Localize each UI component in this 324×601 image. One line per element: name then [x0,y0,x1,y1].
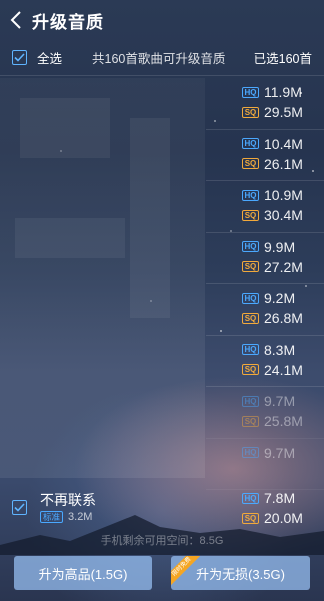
list-item[interactable]: HQ 10.4M SQ 26.1M [0,130,324,181]
hq-size: 8.3M [264,341,296,358]
hq-badge: HQ [242,189,259,201]
sq-size: 26.8M [264,310,303,326]
upgrade-hq-button[interactable]: 升为高品(1.5G) [14,556,152,590]
hq-size: 9.2M [264,290,296,306]
list-item[interactable]: HQ 9.7M [0,439,324,490]
list-item[interactable]: HQ 9.2M SQ 26.8M [0,284,324,336]
song-checkbox[interactable] [12,500,27,515]
list-item[interactable]: HQ 8.3M SQ 24.1M [0,336,324,387]
upgrade-sq-button[interactable]: 限时免费 升为无损(3.5G) [171,556,310,590]
sq-badge: SQ [242,106,259,118]
hq-size: 9.7M [264,444,296,461]
hq-badge: HQ [242,241,259,252]
sq-badge: SQ [242,312,259,324]
sq-badge: SQ [242,415,259,427]
page-title: 升级音质 [32,12,104,32]
select-all-checkbox[interactable] [12,50,27,65]
sq-badge: SQ [242,158,259,169]
list-item[interactable]: HQ 9.9M SQ 27.2M [0,233,324,284]
upgrade-sq-label: 升为无损(3.5G) [196,566,285,582]
hq-size: 9.9M [264,238,296,255]
sq-size: 25.8M [264,413,303,429]
list-item[interactable]: HQ 9.7M SQ 25.8M [0,387,324,439]
hq-size: 9.7M [264,393,296,409]
song-sq-line: SQ 20.0M [242,510,303,526]
sq-badge: SQ [242,209,259,221]
song-title: 不再联系 [40,492,96,508]
header-bar: 升级音质 [0,0,324,40]
hq-badge: HQ [242,395,259,407]
sq-size: 26.1M [264,155,303,172]
standard-badge: 标准 [40,511,64,523]
hq-badge: HQ [242,292,259,304]
hq-badge: HQ [242,344,259,355]
song-hq-line: HQ 7.8M [242,490,295,506]
hq-size: 10.9M [264,187,303,203]
selected-count-label: 已选160首 [253,52,312,66]
upgradable-count-label: 共160首歌曲可升级音质 [92,52,226,66]
hq-size: 10.4M [264,135,303,152]
list-item[interactable]: HQ 10.9M SQ 30.4M [0,181,324,233]
sq-badge: SQ [242,364,259,375]
select-all-label: 全选 [37,52,63,66]
storage-available-text: 手机剩余可用空间：8.5G [100,535,224,547]
standard-size: 3.2M [68,511,93,523]
hq-badge: HQ [242,86,259,98]
sq-size: 27.2M [264,258,303,275]
back-arrow-icon[interactable] [2,0,30,40]
sq-size: 24.1M [264,361,303,378]
list-item[interactable]: HQ 11.9M SQ 29.5M [0,78,324,130]
sq-size: 20.0M [264,510,303,526]
hq-size: 11.9M [264,84,302,100]
select-bar: 全选 共160首歌曲可升级音质 已选160首 [0,40,324,76]
select-all-toggle[interactable]: 全选 [12,48,62,67]
hq-badge: HQ [242,447,259,458]
sq-size: 30.4M [264,207,303,223]
song-meta: 标准 3.2M [40,511,92,523]
hq-badge: HQ [242,138,259,149]
sq-badge: SQ [242,261,259,272]
song-quality-list: HQ 11.9M SQ 29.5M HQ 10.4M SQ 26.1M HQ 10.9M … [0,78,324,490]
song-list-item[interactable]: 不再联系 标准 3.2M [0,484,206,530]
sq-size: 29.5M [264,104,303,120]
hq-size: 7.8M [264,490,296,506]
hq-badge: HQ [242,492,259,504]
sq-badge: SQ [242,512,259,524]
